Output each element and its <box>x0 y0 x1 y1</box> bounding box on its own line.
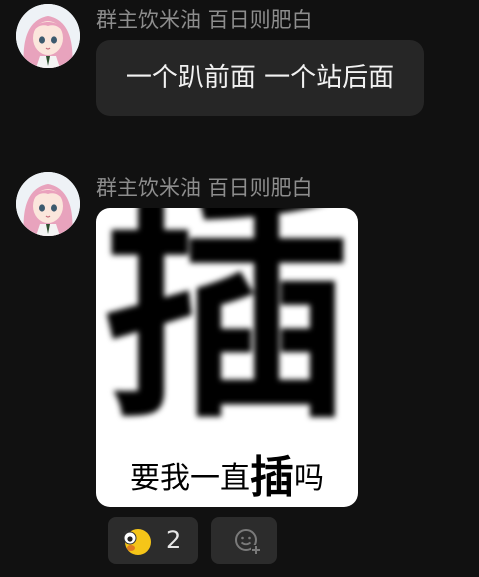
sticker-caption-before: 要我一直 <box>130 461 250 496</box>
sender-name: 群主饮米油 百日则肥白 <box>96 8 313 32</box>
anime-girl-avatar-icon <box>16 172 80 236</box>
sticker-big-character: 插 <box>102 208 352 452</box>
sticker-caption-emphasis: 插 <box>250 452 294 503</box>
message-bubble[interactable]: 一个趴前面 一个站后面 <box>96 40 424 116</box>
sticker-caption-after: 吗 <box>294 461 324 496</box>
anime-girl-avatar-icon <box>16 4 80 68</box>
reaction-chip[interactable]: 2 <box>108 517 198 564</box>
add-emoji-icon <box>235 529 261 555</box>
avatar[interactable] <box>16 4 80 68</box>
sticker-caption: 要我一直插吗 <box>96 454 358 503</box>
sticker-image[interactable]: 插 要我一直插吗 <box>96 208 358 507</box>
face-emoji-icon <box>123 529 151 555</box>
reaction-count: 2 <box>166 526 182 554</box>
avatar[interactable] <box>16 172 80 236</box>
sender-name: 群主饮米油 百日则肥白 <box>96 176 313 200</box>
add-reaction-button[interactable] <box>211 517 277 564</box>
chat-view: 群主饮米油 百日则肥白 一个趴前面 一个站后面 群主饮米油 百日则肥白 插 要我… <box>0 0 479 577</box>
